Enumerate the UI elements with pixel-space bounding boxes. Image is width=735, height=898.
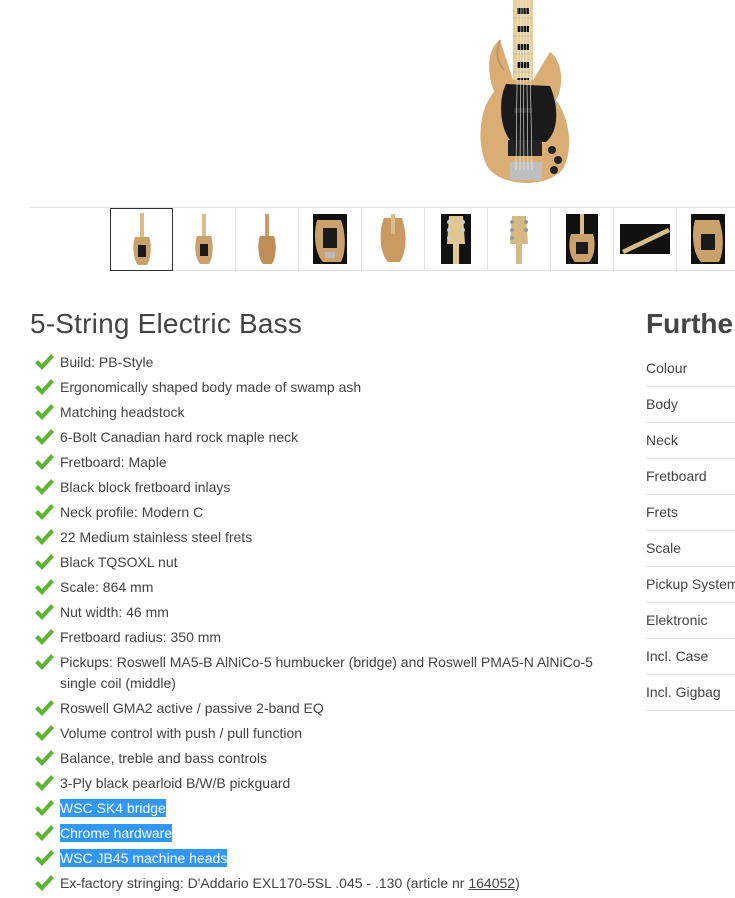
feature-text: Matching headstock — [60, 404, 185, 420]
checkmark-icon — [35, 750, 54, 766]
checkmark-icon — [35, 875, 54, 891]
feature-text: Pickups: Roswell MA5-B AlNiCo-5 humbucke… — [60, 654, 593, 691]
spec-label-colour: Colour — [646, 351, 735, 387]
feature-text: Roswell GMA2 active / passive 2-band EQ — [60, 700, 324, 716]
spec-label-frets: Frets — [646, 495, 735, 531]
checkmark-icon — [35, 454, 54, 470]
checkmark-icon — [35, 604, 54, 620]
list-item: 22 Medium stainless steel frets — [32, 527, 622, 548]
feature-text: Fretboard radius: 350 mm — [60, 629, 222, 645]
list-item: WSC SK4 bridge — [32, 798, 622, 819]
thumbnail-3[interactable] — [236, 208, 299, 271]
thumbnail-2[interactable] — [173, 208, 236, 271]
feature-text: 22 Medium stainless steel frets — [60, 529, 253, 545]
further-info-table: Colour Body Neck Fretboard Frets Scale P… — [646, 351, 735, 711]
list-item: Fretboard radius: 350 mm — [32, 627, 622, 648]
checkmark-icon — [35, 429, 54, 445]
checkmark-icon — [35, 504, 54, 520]
checkmark-icon — [35, 579, 54, 595]
list-item: Ex-factory stringing: D'Addario EXL170-5… — [32, 873, 622, 894]
feature-list: Build: PB-Style Ergonomically shaped bod… — [32, 352, 622, 898]
checkmark-icon — [35, 354, 54, 370]
feature-text: Black TQSOXL nut — [60, 554, 178, 570]
list-item: Volume control with push / pull function — [32, 723, 622, 744]
thumbnail-6[interactable] — [425, 208, 488, 271]
list-item: Build: PB-Style — [32, 352, 622, 373]
list-item: Matching headstock — [32, 402, 622, 423]
thumbnail-9[interactable] — [614, 208, 677, 271]
checkmark-icon — [35, 554, 54, 570]
feature-text-selected: WSC JB45 machine heads — [60, 849, 228, 867]
checkmark-icon — [35, 529, 54, 545]
checkmark-icon — [35, 379, 54, 395]
main-product-image[interactable] — [470, 0, 575, 190]
checkmark-icon — [35, 654, 54, 670]
list-item: Black block fretboard inlays — [32, 477, 622, 498]
spec-label-incl-gigbag: Incl. Gigbag — [646, 675, 735, 711]
thumbnail-10[interactable] — [677, 208, 735, 271]
spec-label-body: Body — [646, 387, 735, 423]
further-info-title: Further — [646, 308, 735, 339]
spec-label-fretboard: Fretboard — [646, 459, 735, 495]
feature-text: Build: PB-Style — [60, 354, 154, 370]
feature-text-selected: WSC SK4 bridge — [60, 799, 166, 817]
checkmark-icon — [35, 825, 54, 841]
feature-text: Balance, treble and bass controls — [60, 750, 268, 766]
checkmark-icon — [35, 800, 54, 816]
article-link[interactable]: 164052 — [468, 875, 515, 891]
list-item: Chrome hardware — [32, 823, 622, 844]
checkmark-icon — [35, 404, 54, 420]
list-item: Pickups: Roswell MA5-B AlNiCo-5 humbucke… — [32, 652, 622, 694]
checkmark-icon — [35, 700, 54, 716]
list-item: Balance, treble and bass controls — [32, 748, 622, 769]
feature-text-selected: Chrome hardware — [60, 824, 173, 842]
list-item: Nut width: 46 mm — [32, 602, 622, 623]
feature-text: Black block fretboard inlays — [60, 479, 231, 495]
feature-text: Fretboard: Maple — [60, 454, 167, 470]
list-item: 6-Bolt Canadian hard rock maple neck — [32, 427, 622, 448]
feature-text: Nut width: 46 mm — [60, 604, 169, 620]
checkmark-icon — [35, 629, 54, 645]
feature-text: Neck profile: Modern C — [60, 504, 204, 520]
list-item: Fretboard: Maple — [32, 452, 622, 473]
list-item: Roswell GMA2 active / passive 2-band EQ — [32, 698, 622, 719]
product-title: 5-String Electric Bass — [30, 308, 303, 339]
feature-text: Scale: 864 mm — [60, 579, 154, 595]
checkmark-icon — [35, 850, 54, 866]
thumbnail-strip — [30, 207, 735, 272]
feature-text-suffix: ) — [515, 875, 520, 891]
thumbnail-7[interactable] — [488, 208, 551, 271]
feature-text: Ergonomically shaped body made of swamp … — [60, 379, 362, 395]
list-item: WSC JB45 machine heads — [32, 848, 622, 869]
thumbnail-1[interactable] — [110, 208, 173, 271]
list-item: Black TQSOXL nut — [32, 552, 622, 573]
spec-label-scale: Scale — [646, 531, 735, 567]
checkmark-icon — [35, 725, 54, 741]
checkmark-icon — [35, 479, 54, 495]
thumbnail-5[interactable] — [362, 208, 425, 271]
list-item: Ergonomically shaped body made of swamp … — [32, 377, 622, 398]
thumbnail-list — [110, 208, 735, 272]
list-item: Neck profile: Modern C — [32, 502, 622, 523]
list-item: 3-Ply black pearloid B/W/B pickguard — [32, 773, 622, 794]
list-item: Scale: 864 mm — [32, 577, 622, 598]
thumbnail-4[interactable] — [299, 208, 362, 271]
spec-label-incl-case: Incl. Case — [646, 639, 735, 675]
checkmark-icon — [35, 775, 54, 791]
spec-label-elektronic: Elektronic — [646, 603, 735, 639]
feature-text: 3-Ply black pearloid B/W/B pickguard — [60, 775, 291, 791]
feature-text: Volume control with push / pull function — [60, 725, 303, 741]
spec-label-pickup-system: Pickup System — [646, 567, 735, 603]
feature-text: 6-Bolt Canadian hard rock maple neck — [60, 429, 299, 445]
thumbnail-8[interactable] — [551, 208, 614, 271]
spec-label-neck: Neck — [646, 423, 735, 459]
feature-text: Ex-factory stringing: D'Addario EXL170-5… — [60, 875, 469, 891]
